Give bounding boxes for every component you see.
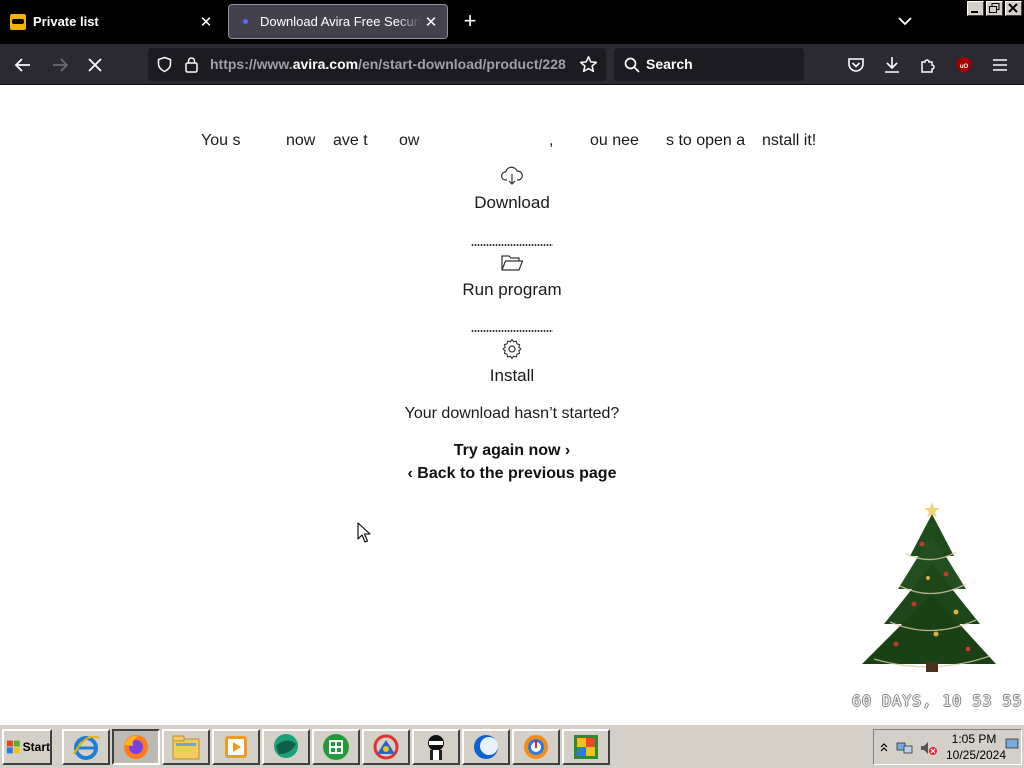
clock-date[interactable]: 10/25/2024 xyxy=(944,748,1008,762)
tab-title: Download Avira Free Security xyxy=(260,14,421,29)
start-label: Start xyxy=(22,740,50,754)
start-button[interactable]: Start xyxy=(2,729,52,765)
tab-avira-download[interactable]: Download Avira Free Security ✕ xyxy=(228,4,448,39)
navigation-toolbar: https://www.avira.com/en/start-download/… xyxy=(0,44,1024,85)
tracking-protection-shield-icon[interactable] xyxy=(156,56,173,73)
new-tab-icon[interactable]: + xyxy=(458,8,482,34)
svg-text:uO: uO xyxy=(960,64,969,70)
back-arrow-icon[interactable] xyxy=(10,52,36,78)
window-controls xyxy=(967,1,1022,16)
cloud-download-icon xyxy=(501,166,523,185)
url-text[interactable]: https://www.avira.com/en/start-download/… xyxy=(210,56,570,72)
browser-c-taskbar-icon[interactable] xyxy=(462,729,510,765)
search-icon xyxy=(624,57,640,73)
bookmark-star-icon[interactable] xyxy=(579,55,598,74)
network-icon[interactable] xyxy=(896,740,914,756)
chevron-left-icon: ‹ xyxy=(407,465,413,482)
close-window-icon[interactable] xyxy=(1005,1,1022,16)
close-tab-icon[interactable]: ✕ xyxy=(421,13,441,31)
volume-muted-icon[interactable] xyxy=(920,740,938,756)
instruction-fragment: ave t xyxy=(333,132,368,149)
extensions-puzzle-icon[interactable] xyxy=(915,52,941,78)
browser-o-taskbar-icon[interactable] xyxy=(512,729,560,765)
download-not-started-question: Your download hasn’t started? xyxy=(404,405,620,422)
mouse-pointer-icon xyxy=(357,522,371,543)
gear-icon xyxy=(502,338,522,360)
forward-arrow-icon[interactable] xyxy=(47,52,73,78)
downloads-icon[interactable] xyxy=(879,52,905,78)
system-tray: 1:05 PM 10/25/2024 xyxy=(873,729,1022,765)
chat-app-taskbar-icon[interactable] xyxy=(262,729,310,765)
tab-title: Private list xyxy=(33,14,99,29)
step-download-label: Download xyxy=(474,193,550,212)
ublock-origin-icon[interactable]: uO xyxy=(951,52,977,78)
internet-explorer-taskbar-icon[interactable] xyxy=(62,729,110,765)
countdown-timer: 60 DAYS, 10 53 55 xyxy=(852,692,1023,710)
grid-app-taskbar-icon[interactable] xyxy=(312,729,360,765)
restore-icon[interactable] xyxy=(986,1,1003,16)
try-again-link[interactable]: Try again now › xyxy=(0,442,1024,460)
instruction-fragment: , xyxy=(549,132,554,149)
chevron-right-icon: › xyxy=(564,442,571,459)
address-bar[interactable]: https://www.avira.com/en/start-download/… xyxy=(148,48,606,81)
instruction-fragment: ow xyxy=(399,132,420,149)
avg-app-taskbar-icon[interactable] xyxy=(562,729,610,765)
folder-open-icon xyxy=(501,255,524,271)
christmas-tree-image xyxy=(862,502,996,672)
file-explorer-taskbar-icon[interactable] xyxy=(162,729,210,765)
search-bar[interactable]: Search xyxy=(614,48,804,81)
step-divider xyxy=(471,330,553,332)
page-content: You s now ave t ow , ou nee s to open a … xyxy=(0,86,1024,723)
taskbar: Start 1:05 PM 10/25/2024 xyxy=(0,723,1024,768)
private-list-favicon-icon xyxy=(10,13,26,30)
network-app-taskbar-icon[interactable] xyxy=(362,729,410,765)
tab-strip: Private list ✕ Download Avira Free Secur… xyxy=(0,0,1024,44)
instruction-fragment: now xyxy=(286,132,316,149)
notification-icon[interactable] xyxy=(1005,738,1019,750)
pocket-icon[interactable] xyxy=(843,52,869,78)
tab-private-list[interactable]: Private list ✕ xyxy=(0,4,222,39)
step-install-label: Install xyxy=(489,366,535,385)
ninja-app-taskbar-icon[interactable] xyxy=(412,729,460,765)
search-placeholder: Search xyxy=(646,56,693,72)
hamburger-menu-icon[interactable] xyxy=(987,52,1013,78)
show-hidden-icons-chevron-icon[interactable] xyxy=(880,742,888,752)
firefox-taskbar-icon[interactable] xyxy=(112,729,160,765)
minimize-icon[interactable] xyxy=(967,1,984,16)
close-tab-icon[interactable]: ✕ xyxy=(196,13,216,31)
windows-logo-icon xyxy=(6,740,20,754)
step-run-program-label: Run program xyxy=(462,280,562,299)
instruction-fragment: You s xyxy=(201,132,241,149)
instruction-fragment: ou nee xyxy=(590,132,639,149)
instruction-fragment: s to open a xyxy=(666,132,746,149)
back-label[interactable]: Back to the previous page xyxy=(417,465,616,482)
stop-loading-icon[interactable] xyxy=(82,52,108,78)
step-divider xyxy=(471,244,553,246)
media-player-taskbar-icon[interactable] xyxy=(212,729,260,765)
list-all-tabs-chevron-icon[interactable] xyxy=(894,10,916,32)
try-again-label[interactable]: Try again now xyxy=(454,442,561,459)
loading-favicon-icon xyxy=(237,14,253,30)
lock-icon[interactable] xyxy=(184,56,199,73)
clock-time[interactable]: 1:05 PM xyxy=(944,732,1004,746)
back-to-previous-page-link[interactable]: ‹ Back to the previous page xyxy=(0,465,1024,483)
instruction-fragment: nstall it! xyxy=(762,132,817,149)
